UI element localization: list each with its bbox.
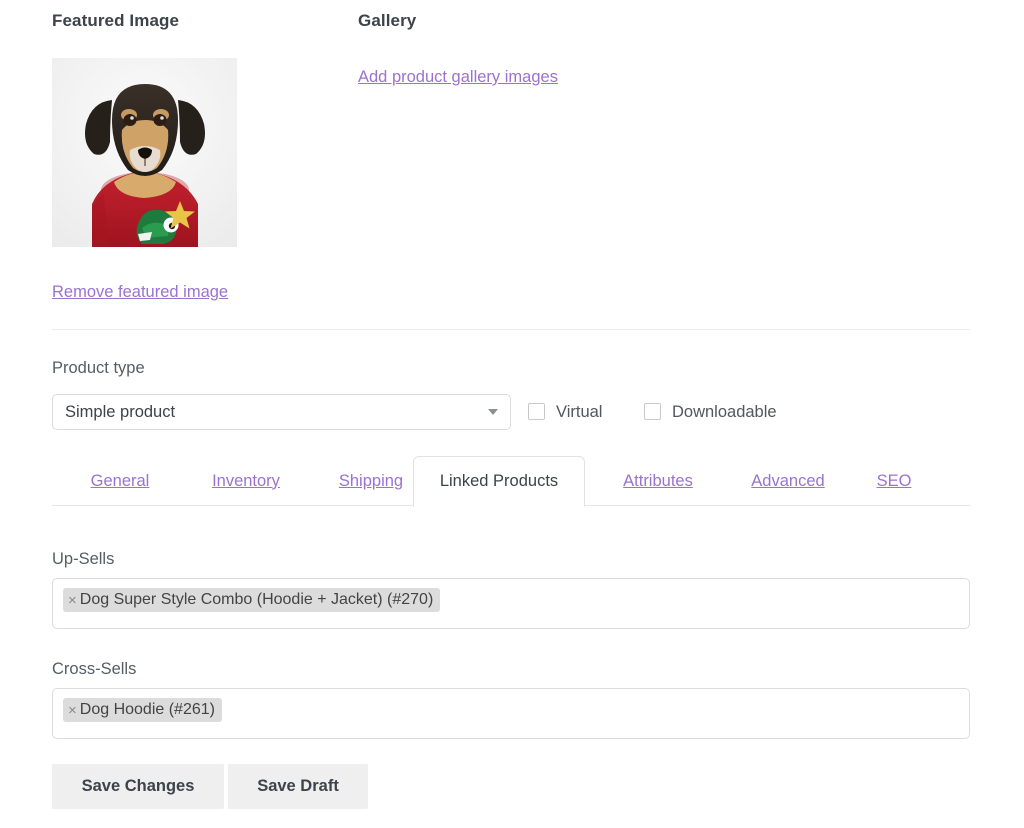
featured-image-column: Featured Image bbox=[52, 10, 342, 32]
product-type-selected-value: Simple product bbox=[65, 403, 176, 421]
virtual-checkbox-group[interactable]: Virtual bbox=[528, 394, 602, 430]
tab-advanced[interactable]: Advanced bbox=[733, 456, 843, 506]
upsells-tag[interactable]: × Dog Super Style Combo (Hoodie + Jacket… bbox=[63, 588, 441, 612]
tab-attributes-label: Attributes bbox=[623, 471, 693, 490]
save-draft-button[interactable]: Save Draft bbox=[228, 764, 368, 809]
chevron-down-icon bbox=[488, 409, 498, 415]
featured-image-heading: Featured Image bbox=[52, 11, 180, 30]
dog-photo-image bbox=[52, 58, 237, 247]
downloadable-checkbox-label: Downloadable bbox=[672, 403, 777, 421]
featured-image-thumbnail[interactable] bbox=[52, 58, 237, 247]
upsells-label: Up-Sells bbox=[52, 550, 115, 568]
tab-general-label: General bbox=[90, 471, 150, 490]
section-divider bbox=[52, 329, 970, 330]
save-changes-button[interactable]: Save Changes bbox=[52, 764, 224, 809]
tab-linked-products[interactable]: Linked Products bbox=[413, 456, 585, 507]
tab-attributes[interactable]: Attributes bbox=[603, 456, 713, 506]
tab-inventory[interactable]: Inventory bbox=[191, 456, 301, 506]
virtual-checkbox-label: Virtual bbox=[556, 403, 603, 421]
upsells-tag-label: Dog Super Style Combo (Hoodie + Jacket) … bbox=[79, 591, 434, 608]
downloadable-checkbox[interactable] bbox=[644, 402, 661, 420]
product-data-tabs: General Inventory Shipping Linked Produc… bbox=[52, 456, 970, 507]
upsells-input[interactable]: × Dog Super Style Combo (Hoodie + Jacket… bbox=[52, 578, 970, 629]
gallery-column: Gallery bbox=[358, 10, 758, 32]
remove-featured-image-link[interactable]: Remove featured image bbox=[52, 281, 228, 303]
tab-inventory-label: Inventory bbox=[212, 471, 280, 490]
product-type-label: Product type bbox=[52, 359, 145, 377]
product-edit-panel: Featured Image Gallery Add product galle… bbox=[0, 0, 1024, 828]
tab-seo[interactable]: SEO bbox=[862, 456, 926, 506]
crosssells-input[interactable]: × Dog Hoodie (#261) bbox=[52, 688, 970, 739]
crosssells-tag[interactable]: × Dog Hoodie (#261) bbox=[63, 698, 222, 722]
product-type-select[interactable]: Simple product bbox=[52, 394, 511, 430]
virtual-checkbox[interactable] bbox=[528, 402, 545, 420]
remove-tag-icon[interactable]: × bbox=[68, 593, 77, 608]
remove-tag-icon[interactable]: × bbox=[68, 703, 77, 718]
crosssells-label: Cross-Sells bbox=[52, 660, 137, 678]
add-gallery-images-link[interactable]: Add product gallery images bbox=[358, 66, 558, 88]
crosssells-tag-label: Dog Hoodie (#261) bbox=[79, 701, 215, 718]
tab-seo-label: SEO bbox=[876, 471, 912, 490]
tab-general[interactable]: General bbox=[71, 456, 169, 506]
tab-shipping[interactable]: Shipping bbox=[320, 456, 422, 506]
gallery-heading: Gallery bbox=[358, 11, 417, 30]
downloadable-checkbox-group[interactable]: Downloadable bbox=[644, 394, 777, 430]
tab-shipping-label: Shipping bbox=[338, 471, 404, 490]
tab-linked-products-label: Linked Products bbox=[439, 472, 559, 490]
tab-advanced-label: Advanced bbox=[751, 471, 825, 490]
